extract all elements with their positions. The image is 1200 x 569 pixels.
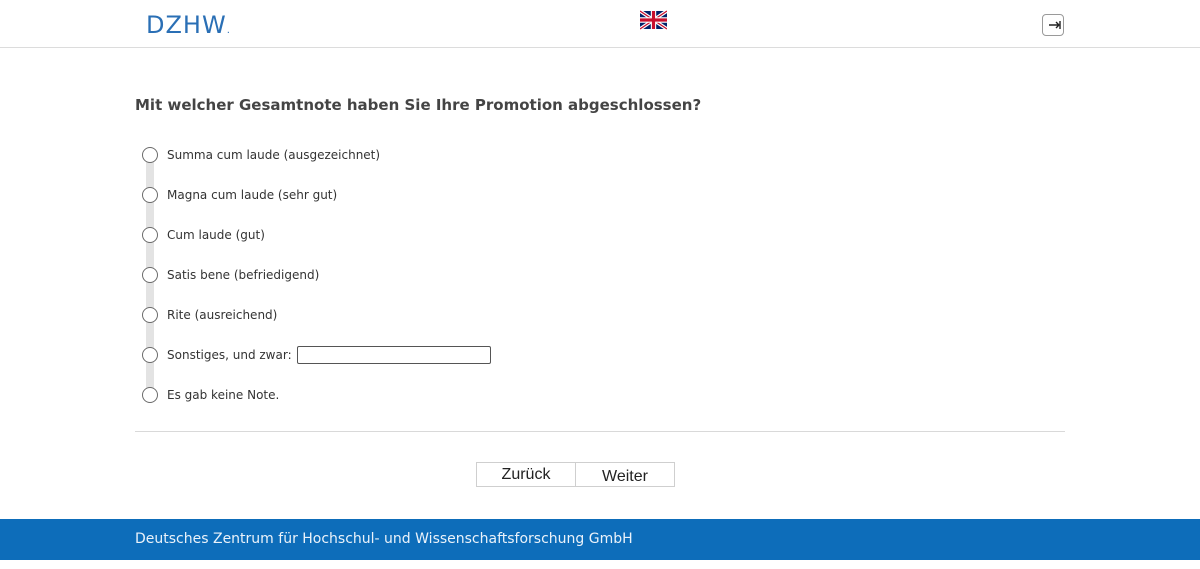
option-sonstiges[interactable]: Sonstiges, und zwar:: [142, 345, 491, 365]
option-rite[interactable]: Rite (ausreichend): [142, 305, 277, 325]
option-satis-bene[interactable]: Satis bene (befriedigend): [142, 265, 319, 285]
option-label: Es gab keine Note.: [167, 388, 280, 402]
radio-button[interactable]: [142, 347, 158, 363]
radio-button[interactable]: [142, 387, 158, 403]
option-label: Sonstiges, und zwar:: [167, 348, 292, 362]
option-label: Magna cum laude (sehr gut): [167, 188, 338, 202]
divider: [135, 431, 1065, 432]
dzhw-logo: DZHW.: [146, 11, 231, 39]
header: DZHW.: [0, 0, 1200, 48]
option-magna-cum-laude[interactable]: Magna cum laude (sehr gut): [142, 185, 337, 205]
question-title: Mit welcher Gesamtnote haben Sie Ihre Pr…: [135, 96, 702, 114]
footer-text: Deutsches Zentrum für Hochschul- und Wis…: [135, 531, 633, 547]
option-label: Rite (ausreichend): [167, 308, 278, 322]
logo-text: DZHW: [146, 11, 227, 39]
back-button[interactable]: Zurück: [476, 462, 576, 487]
radio-button[interactable]: [142, 187, 158, 203]
logout-icon[interactable]: [1042, 14, 1064, 36]
radio-button[interactable]: [142, 227, 158, 243]
option-label: Summa cum laude (ausgezeichnet): [167, 148, 381, 162]
option-summa-cum-laude[interactable]: Summa cum laude (ausgezeichnet): [142, 145, 380, 165]
next-button[interactable]: Weiter: [575, 462, 675, 487]
radio-button[interactable]: [142, 307, 158, 323]
logo-dot: .: [226, 25, 231, 36]
radio-button[interactable]: [142, 267, 158, 283]
option-label: Cum laude (gut): [167, 228, 265, 242]
uk-flag-icon[interactable]: [639, 9, 668, 31]
option-keine-note[interactable]: Es gab keine Note.: [142, 385, 279, 405]
option-label: Satis bene (befriedigend): [167, 268, 320, 282]
radio-button[interactable]: [142, 147, 158, 163]
sonstiges-text-input[interactable]: [296, 346, 491, 364]
option-cum-laude[interactable]: Cum laude (gut): [142, 225, 265, 245]
footer: Deutsches Zentrum für Hochschul- und Wis…: [0, 519, 1200, 560]
